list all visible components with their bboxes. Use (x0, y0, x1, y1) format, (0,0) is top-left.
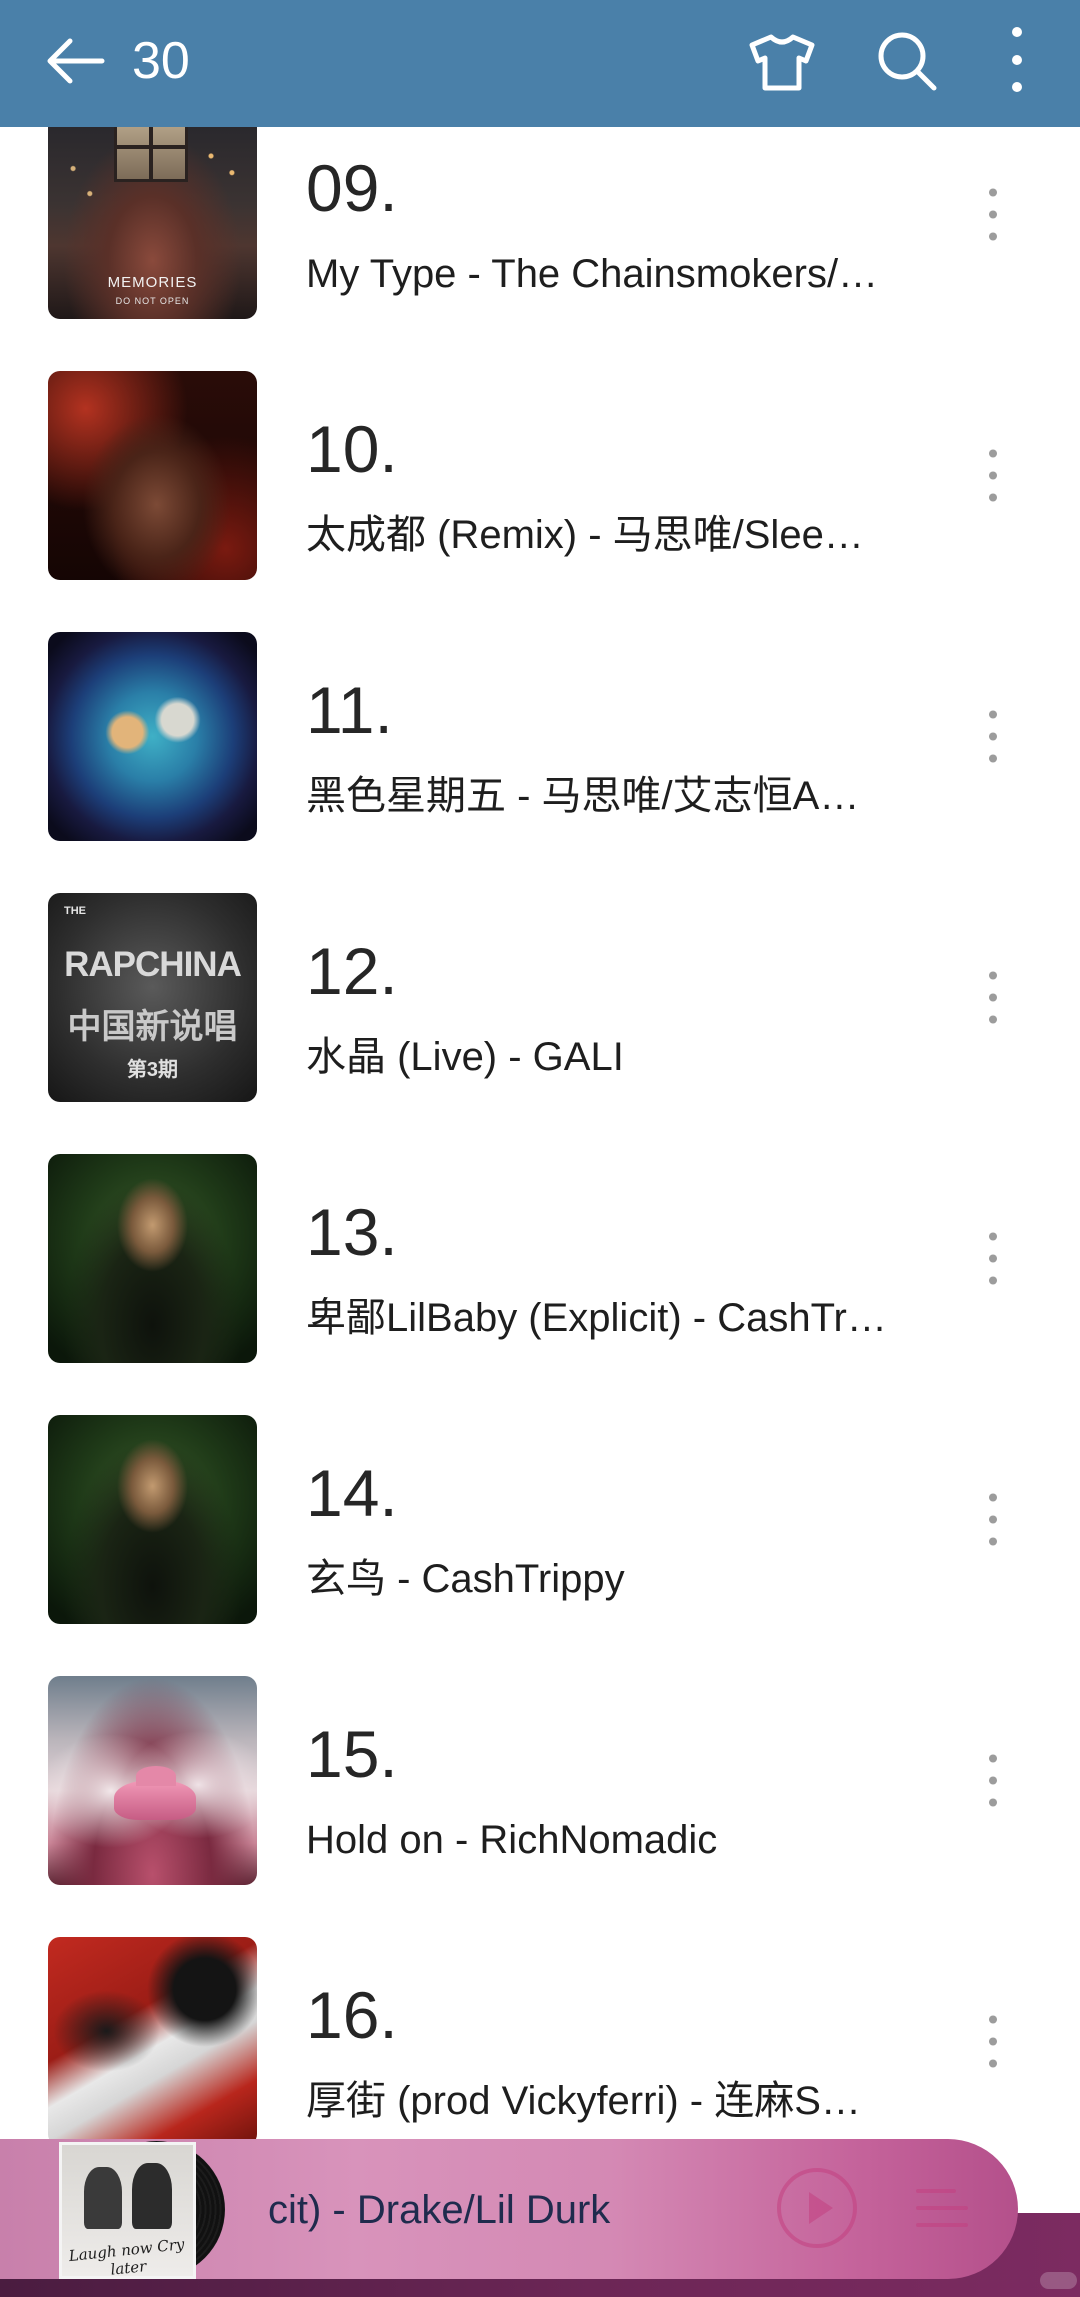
tshirt-icon (749, 34, 815, 91)
song-title-artist: 玄鸟 - CashTrippy (306, 1557, 625, 1601)
more-vertical-icon (1012, 27, 1022, 92)
song-number: 10. (306, 412, 398, 486)
album-art-text: RAPCHINA (64, 945, 242, 984)
back-button[interactable] (46, 38, 106, 84)
playlist-icon[interactable] (914, 2183, 970, 2233)
now-playing-album-art[interactable]: Laugh now Cry later (59, 2142, 196, 2279)
song-title-artist: Hold on - RichNomadic (306, 1818, 718, 1862)
album-art-figure (132, 2163, 172, 2229)
more-vertical-icon[interactable] (978, 1489, 1008, 1551)
song-title-artist: 黑色星期五 - 马思唯/艾志恒A… (306, 774, 860, 818)
more-vertical-icon[interactable] (978, 706, 1008, 768)
album-art (48, 1676, 257, 1885)
song-number: 16. (306, 1978, 398, 2052)
song-row[interactable]: THE RAPCHINA 中国新说唱 第3期 12. 水晶 (Live) - G… (0, 867, 1080, 1128)
more-vertical-icon[interactable] (978, 1750, 1008, 1812)
album-art-text: Laugh now Cry later (67, 2235, 186, 2279)
more-vertical-icon[interactable] (978, 445, 1008, 507)
song-title-artist: My Type - The Chainsmokers/… (306, 252, 879, 296)
song-title-artist: 水晶 (Live) - GALI (306, 1035, 624, 1079)
play-icon[interactable] (773, 2164, 861, 2252)
album-art-text: MEMORIES (107, 274, 198, 291)
album-art (48, 371, 257, 580)
album-art-figure (84, 2167, 122, 2229)
song-row[interactable]: 14. 玄鸟 - CashTrippy (0, 1389, 1080, 1650)
album-art-text: THE (64, 905, 86, 917)
song-row[interactable]: 16. 厚街 (prod Vickyferri) - 连麻S… (0, 1911, 1080, 2172)
album-art: THE RAPCHINA 中国新说唱 第3期 (48, 893, 257, 1102)
search-icon (878, 32, 937, 91)
album-art (48, 632, 257, 841)
album-art (48, 1415, 257, 1624)
album-art-text: 中国新说唱 (67, 1008, 238, 1046)
more-button[interactable] (1005, 22, 1029, 98)
mini-player[interactable]: Laugh now Cry later cit) - Drake/Lil Dur… (0, 2139, 1018, 2279)
app-bar: 30 (0, 0, 1080, 127)
more-vertical-icon[interactable] (978, 967, 1008, 1029)
page-title: 30 (132, 32, 190, 90)
song-number: 11. (306, 673, 393, 747)
more-vertical-icon[interactable] (978, 1228, 1008, 1290)
more-vertical-icon[interactable] (978, 2011, 1008, 2073)
album-art-text: 第3期 (126, 1059, 179, 1081)
album-art-car (114, 1766, 196, 1820)
now-playing-title: cit) - Drake/Lil Durk (268, 2188, 611, 2232)
album-art (48, 1937, 257, 2146)
album-art (48, 1154, 257, 1363)
song-number: 14. (306, 1456, 398, 1530)
album-art: MEMORIES DO NOT OPEN (48, 110, 257, 319)
song-title-artist: 卑鄙LilBaby (Explicit) - CashTr… (306, 1296, 887, 1340)
theme-button[interactable] (747, 32, 817, 92)
arrow-left-icon (47, 38, 105, 84)
more-vertical-icon[interactable] (978, 184, 1008, 246)
song-number: 13. (306, 1195, 398, 1269)
watermark-badge (1040, 2272, 1077, 2289)
search-button[interactable] (874, 28, 938, 92)
song-title-artist: 太成都 (Remix) - 马思唯/Slee… (306, 513, 864, 557)
song-row[interactable]: 15. Hold on - RichNomadic (0, 1650, 1080, 1911)
song-number: 15. (306, 1717, 398, 1791)
song-number: 12. (306, 934, 398, 1008)
song-title-artist: 厚街 (prod Vickyferri) - 连麻S… (306, 2079, 861, 2123)
song-row[interactable]: 10. 太成都 (Remix) - 马思唯/Slee… (0, 345, 1080, 606)
album-art-text: DO NOT OPEN (115, 296, 190, 306)
song-number: 09. (306, 151, 398, 225)
song-row[interactable]: 11. 黑色星期五 - 马思唯/艾志恒A… (0, 606, 1080, 867)
song-row[interactable]: 13. 卑鄙LilBaby (Explicit) - CashTr… (0, 1128, 1080, 1389)
song-list: MEMORIES DO NOT OPEN 09. My Type - The C… (0, 84, 1080, 2172)
